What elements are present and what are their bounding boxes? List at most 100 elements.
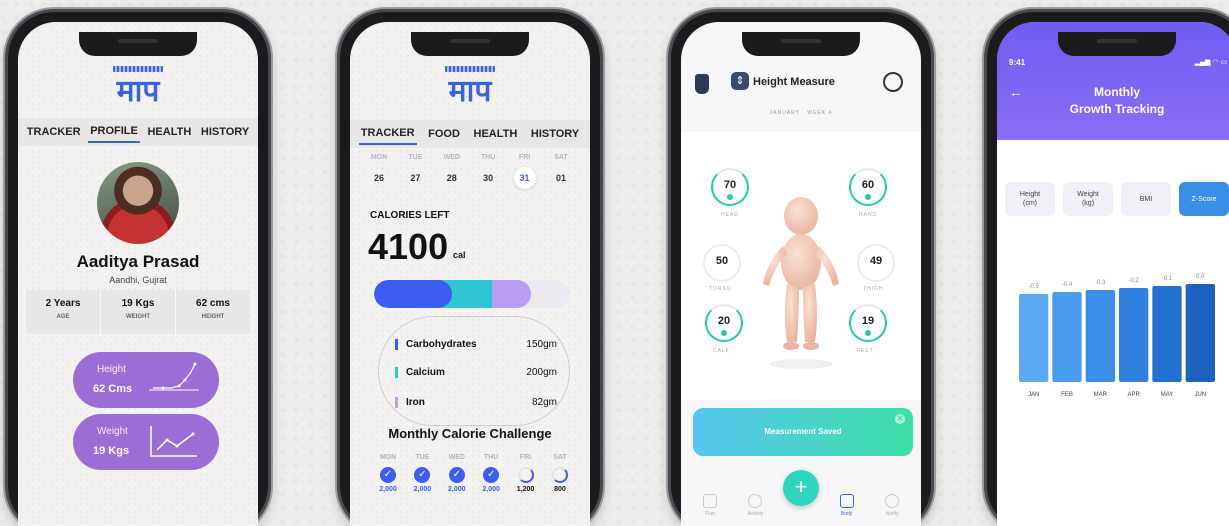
status-time: 9:41 (1009, 58, 1026, 67)
data-label: 0.0 (1196, 274, 1205, 280)
tab-tracker[interactable]: TRACKER (25, 122, 83, 142)
data-label: -0.4 (1062, 282, 1073, 288)
day-item[interactable]: SAT 01 (546, 154, 576, 189)
nav-body[interactable]: Body (832, 493, 862, 517)
day-value: 1,200 (516, 486, 535, 493)
baby-face-icon[interactable] (883, 72, 903, 92)
nutrient-row: Iron 82gm (395, 393, 557, 411)
nav-plan[interactable]: Plan (695, 493, 725, 517)
tab-history[interactable]: HISTORY (199, 122, 251, 142)
day-item[interactable]: MON 26 (364, 154, 394, 189)
ring-value: 60 (861, 179, 875, 191)
tab-health[interactable]: HEALTH (472, 124, 520, 144)
macro-progress-bar (374, 280, 570, 308)
x-tick-label: JAN (1028, 392, 1039, 398)
day-value: 2,000 (482, 486, 500, 493)
day-name: TUE (408, 154, 423, 161)
nutrient-name: Calcium (395, 366, 445, 378)
nav-activity[interactable]: Activity (740, 493, 770, 517)
stat-weight: 19 Kgs WEIGHT (101, 290, 176, 334)
tab-height[interactable]: Height (cm) (1005, 182, 1055, 216)
notch (411, 32, 529, 56)
challenge-day[interactable]: MON ✓ 2,000 (372, 454, 404, 493)
weight-card[interactable]: Weight 19 Kgs (73, 414, 219, 470)
tab-profile[interactable]: PROFILE (88, 121, 140, 143)
tab-tracker[interactable]: TRACKER (358, 123, 417, 145)
ring-label: THIGH (863, 286, 884, 292)
phone-height-measure: ⇕ Height Measure JANUARY · WEEK 4 70 HEA… (671, 12, 931, 526)
bar-jun[interactable] (1185, 284, 1215, 382)
check-icon: ✓ (380, 467, 396, 483)
measure-head[interactable]: 70 (711, 168, 749, 206)
tab-bar: TRACKER PROFILE HEALTH HISTORY (18, 118, 258, 146)
challenge-day[interactable]: FRI 1,200 (510, 454, 542, 493)
ring-value: 20 (717, 315, 731, 327)
nutrient-amount: 82gm (531, 396, 557, 408)
header: ⇕ Height Measure (681, 64, 921, 98)
day-name: WED (443, 154, 460, 161)
nutrient-amount: 200gm (526, 366, 557, 378)
ring-label: CALF (713, 348, 730, 354)
tab-label: Z-Score (1191, 196, 1217, 203)
challenge-day[interactable]: TUE ✓ 2,000 (406, 454, 438, 493)
tab-food[interactable]: FOOD (426, 124, 462, 144)
tab-bmi[interactable]: BMI (1121, 182, 1171, 216)
tab-z-score[interactable]: Z-Score (1179, 182, 1229, 216)
bar-feb[interactable] (1052, 292, 1082, 382)
toast-text: Measurement Saved (764, 427, 842, 436)
bar-jan[interactable] (1019, 294, 1049, 382)
tab-unit: (kg) (1081, 200, 1095, 207)
challenge-title: Monthly Calorie Challenge (388, 426, 552, 441)
ring-value: 70 (723, 179, 737, 191)
tab-weight[interactable]: Weight (kg) (1063, 182, 1113, 216)
x-tick-label: MAR (1094, 392, 1108, 398)
profile-location: Aandhi, Gujrat (109, 275, 167, 285)
x-tick-label: FEB (1061, 392, 1073, 398)
ring-label: HAND (859, 212, 878, 218)
challenge-day[interactable]: SAT 800 (544, 454, 576, 493)
tab-label: BMI (1139, 196, 1153, 203)
close-icon[interactable]: ✕ (895, 414, 905, 424)
clothing-icon[interactable] (695, 74, 709, 94)
add-button[interactable]: + (783, 470, 819, 506)
app-logo: माप (18, 66, 258, 110)
metric-tabs: Height (cm) Weight (kg) BMI Z-Score (1005, 182, 1229, 216)
tab-health[interactable]: HEALTH (145, 122, 193, 142)
measure-calf[interactable]: 20 (705, 304, 743, 342)
date-subtitle: JANUARY · WEEK 4 (769, 110, 833, 116)
measure-feet[interactable]: 19 (849, 304, 887, 342)
card-label: Height (97, 364, 126, 375)
stat-value: 62 cms (196, 298, 230, 309)
stat-label: AGE (56, 314, 70, 320)
nav-notify[interactable]: Notify (877, 493, 907, 517)
bar-mar[interactable] (1085, 290, 1115, 382)
bar-may[interactable] (1152, 286, 1182, 382)
tab-label: Weight (1077, 191, 1099, 198)
logo-text: माप (448, 74, 492, 109)
tab-bar: TRACKER FOOD HEALTH HISTORY (350, 120, 590, 148)
day-item-selected[interactable]: FRI 31 (510, 154, 540, 189)
height-trend-icon (149, 362, 199, 391)
status-dot (865, 194, 871, 200)
bar-apr[interactable] (1119, 288, 1149, 382)
measure-torso[interactable]: 50 (703, 244, 741, 282)
day-item[interactable]: TUE 27 (400, 154, 430, 189)
nutrient-row: Carbohydrates 150gm (395, 335, 557, 353)
day-name: MON (370, 154, 388, 161)
challenge-day[interactable]: THU ✓ 2,000 (475, 454, 507, 493)
stats-row: 2 Years AGE 19 Kgs WEIGHT 62 cms HEIGHT (26, 290, 250, 334)
progress-ring-icon (517, 467, 534, 483)
height-card[interactable]: Height 62 Cms (73, 352, 219, 408)
measure-thigh[interactable]: 49 (857, 244, 895, 282)
tab-history[interactable]: HISTORY (529, 124, 581, 144)
page-title: Height Measure (753, 76, 835, 88)
day-item[interactable]: THU 30 (473, 154, 503, 189)
x-tick-label: JUN (1194, 392, 1206, 398)
card-value: 62 Cms (93, 383, 133, 395)
nutrient-list: Carbohydrates 150gm Calcium 200gm Iron 82gm (378, 316, 570, 426)
challenge-week: MON ✓ 2,000 TUE ✓ 2,000 WED ✓ 2,000 THU ✓ 2,000 … (372, 454, 576, 493)
measure-hand[interactable]: 60 (849, 168, 887, 206)
challenge-day[interactable]: WED ✓ 2,000 (441, 454, 473, 493)
day-item[interactable]: WED 28 (437, 154, 467, 189)
ring-value: 50 (715, 255, 729, 267)
